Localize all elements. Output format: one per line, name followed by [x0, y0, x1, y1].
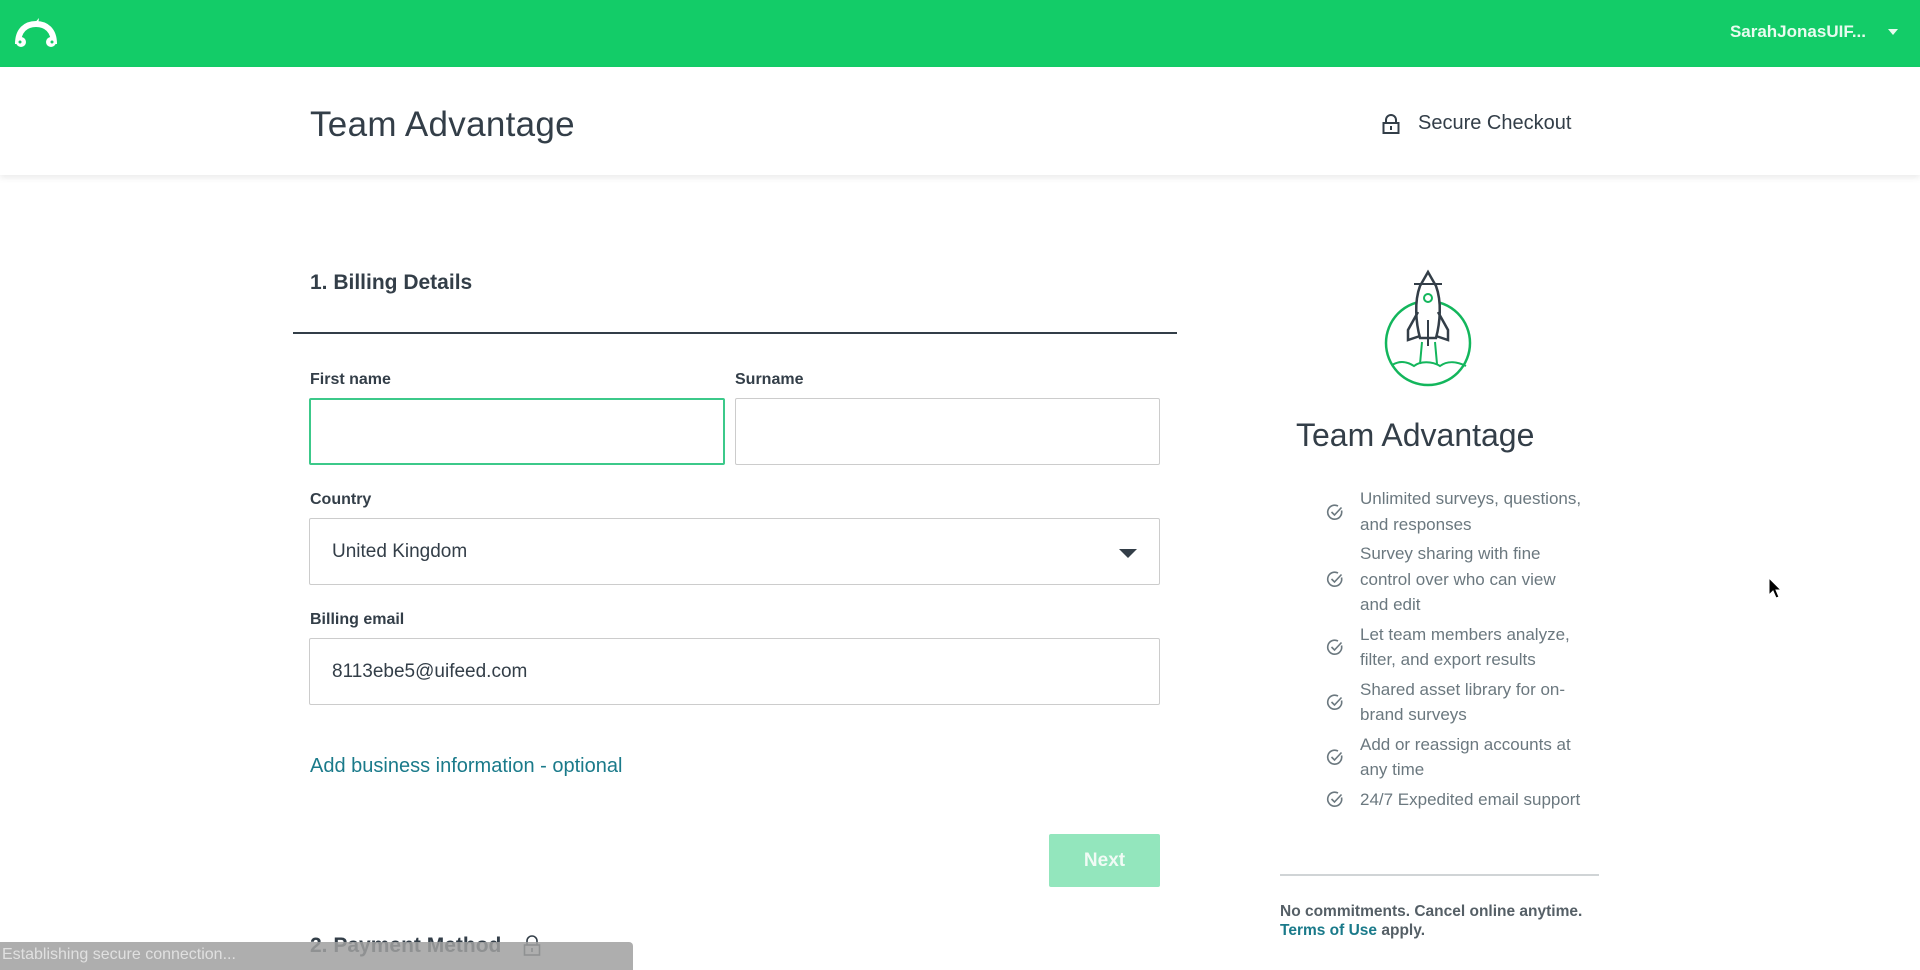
secure-checkout-label: Secure Checkout: [1418, 112, 1572, 134]
next-button[interactable]: Next: [1049, 834, 1160, 887]
secure-checkout-badge: Secure Checkout: [1382, 112, 1571, 135]
commitment-text: No commitments. Cancel online anytime.: [1280, 903, 1583, 920]
plan-divider: [1280, 874, 1599, 876]
plan-features-list: Unlimited surveys, questions, and respon…: [1326, 486, 1586, 816]
surveymonkey-logo-icon[interactable]: [12, 16, 60, 52]
surname-input[interactable]: [735, 398, 1160, 465]
first-name-input[interactable]: [309, 398, 725, 465]
feature-item: Survey sharing with fine control over wh…: [1326, 541, 1586, 618]
surname-label: Surname: [735, 371, 804, 388]
top-navigation-bar: SarahJonasUIF...: [0, 0, 1920, 67]
country-label: Country: [310, 491, 372, 508]
check-circle-icon: [1326, 694, 1343, 710]
plan-title: Team Advantage: [1296, 417, 1535, 453]
check-circle-icon: [1326, 503, 1343, 520]
billing-email-input[interactable]: 8113ebe5@uifeed.com: [309, 638, 1160, 705]
terms-of-use-link[interactable]: Terms of Use: [1280, 922, 1377, 939]
country-select[interactable]: United Kingdom: [309, 518, 1160, 585]
billing-email-value: 8113ebe5@uifeed.com: [332, 660, 528, 682]
feature-item: Add or reassign accounts at any time: [1326, 732, 1586, 783]
billing-details-heading: 1. Billing Details: [310, 271, 473, 294]
terms-note: No commitments. Cancel online anytime. T…: [1280, 902, 1582, 940]
billing-email-label: Billing email: [310, 611, 405, 628]
check-circle-icon: [1326, 639, 1343, 655]
section-divider: [293, 332, 1177, 334]
user-account-menu[interactable]: SarahJonasUIF...: [1730, 22, 1898, 42]
check-circle-icon: [1326, 571, 1343, 588]
caret-down-icon: [1888, 29, 1898, 35]
check-circle-icon: [1326, 749, 1343, 765]
first-name-label: First name: [310, 371, 391, 388]
user-name: SarahJonasUIF...: [1729, 22, 1866, 41]
page-title: Team Advantage: [310, 105, 575, 144]
terms-suffix: apply.: [1377, 922, 1426, 939]
add-business-info-link[interactable]: Add business information - optional: [310, 755, 622, 778]
checkout-header: Team Advantage Secure Checkout: [0, 67, 1920, 175]
lock-icon: [1382, 113, 1400, 134]
feature-item: Let team members analyze, filter, and ex…: [1326, 622, 1586, 673]
browser-status-bar: Establishing secure connection...: [0, 942, 633, 970]
rocket-icon: [1384, 269, 1472, 387]
caret-down-icon: [1119, 549, 1137, 558]
feature-item: Unlimited surveys, questions, and respon…: [1326, 486, 1586, 537]
check-circle-icon: [1326, 791, 1343, 808]
mouse-pointer-icon: [1768, 577, 1783, 599]
feature-item: 24/7 Expedited email support: [1326, 787, 1586, 813]
country-selected-value: United Kingdom: [332, 540, 468, 562]
feature-item: Shared asset library for on-brand survey…: [1326, 677, 1586, 728]
